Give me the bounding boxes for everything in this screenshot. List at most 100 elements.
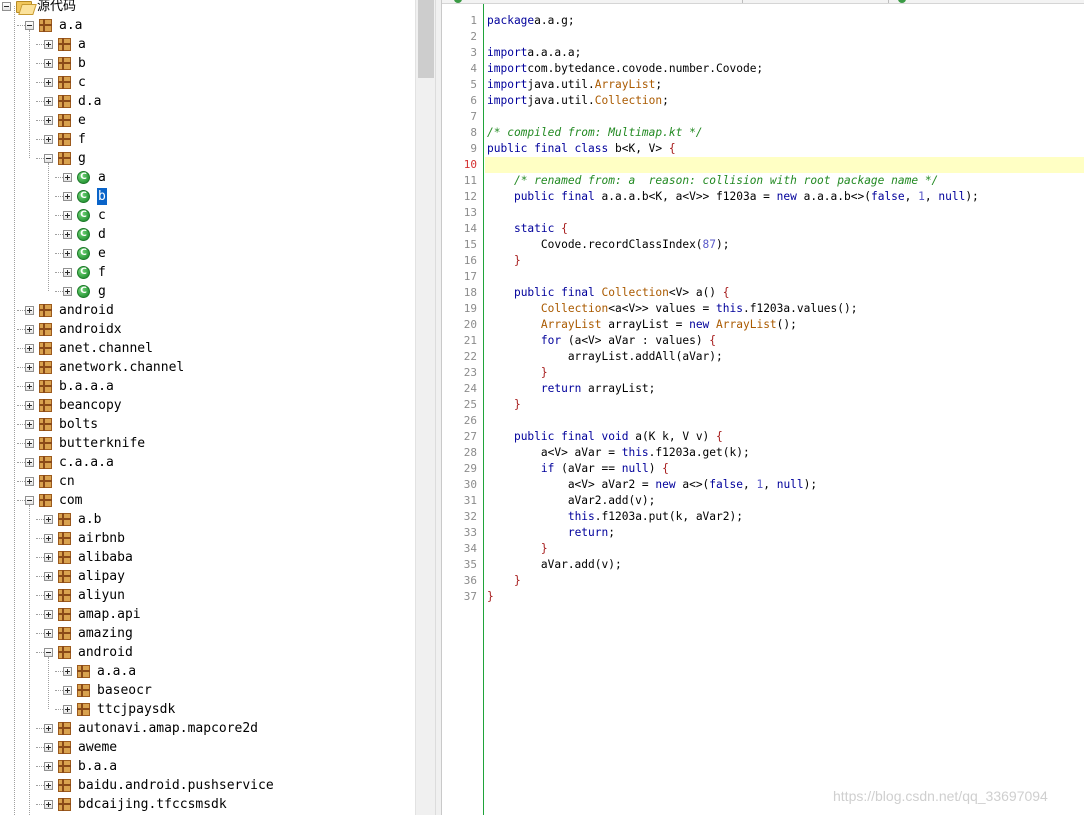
code-line[interactable]: }	[487, 365, 548, 381]
expand-icon[interactable]	[63, 287, 72, 296]
tree-package-item[interactable]: a.a.a	[63, 662, 137, 681]
expand-icon[interactable]	[44, 724, 53, 733]
expand-icon[interactable]	[63, 173, 72, 182]
expand-icon[interactable]	[44, 116, 53, 125]
tree-package-item[interactable]: cn	[25, 472, 76, 491]
expand-icon[interactable]	[44, 59, 53, 68]
tree-package-item[interactable]: b	[44, 54, 87, 73]
expand-icon[interactable]	[63, 230, 72, 239]
tree-package-item[interactable]: anetwork.channel	[25, 358, 185, 377]
tree-package-item[interactable]: f	[44, 130, 87, 149]
code-line[interactable]: public final a.a.a.b<K, a<V>> f1203a = n…	[487, 189, 979, 205]
tree-package-item[interactable]: a	[44, 35, 87, 54]
expand-icon[interactable]	[44, 534, 53, 543]
expand-icon[interactable]	[44, 762, 53, 771]
tree-package-item[interactable]: d.a	[44, 92, 102, 111]
expand-icon[interactable]	[63, 211, 72, 220]
collapse-icon[interactable]	[44, 154, 53, 163]
tree-package-item[interactable]: baseocr	[63, 681, 153, 700]
expand-icon[interactable]	[44, 78, 53, 87]
code-line[interactable]: Collection<a<V>> values = this.f1203a.va…	[487, 301, 858, 317]
code-line[interactable]: }	[487, 253, 521, 269]
code-line[interactable]: return;	[487, 525, 615, 541]
tree-package-item[interactable]: beancopy	[25, 396, 123, 415]
expand-icon[interactable]	[63, 705, 72, 714]
code-line[interactable]: importjava.util.ArrayList;	[487, 77, 662, 93]
tree-package-item[interactable]: c	[44, 73, 87, 92]
tree-package-item[interactable]: bolts	[25, 415, 99, 434]
expand-icon[interactable]	[63, 268, 72, 277]
code-line[interactable]: }	[487, 589, 494, 605]
expand-icon[interactable]	[44, 40, 53, 49]
tree-package-item[interactable]: autonavi.amap.mapcore2d	[44, 719, 259, 738]
class-tab-icon[interactable]	[454, 0, 462, 3]
tree-class-item[interactable]: Cc	[63, 206, 107, 225]
tree-package-item[interactable]: g	[44, 149, 87, 168]
expand-icon[interactable]	[25, 325, 34, 334]
tree-package-item[interactable]: amazing	[44, 624, 134, 643]
code-line[interactable]: public final Collection<V> a() {	[487, 285, 730, 301]
expand-icon[interactable]	[25, 477, 34, 486]
class-tab-icon[interactable]	[898, 0, 906, 3]
tab-close-icon[interactable]: ✕	[868, 0, 878, 3]
tree-class-item[interactable]: Cb	[63, 187, 107, 206]
expand-icon[interactable]	[25, 420, 34, 429]
expand-icon[interactable]	[44, 743, 53, 752]
tree-package-item[interactable]: ttcjpaysdk	[63, 700, 176, 719]
tree-package-item[interactable]: b.a.a	[44, 757, 118, 776]
collapse-icon[interactable]	[25, 21, 34, 30]
expand-icon[interactable]	[44, 800, 53, 809]
code-line[interactable]: if (aVar == null) {	[487, 461, 669, 477]
expand-icon[interactable]	[63, 249, 72, 258]
tree-root-row[interactable]: 源代码	[2, 0, 77, 16]
tree-package-item[interactable]: butterknife	[25, 434, 146, 453]
code-line[interactable]: for (a<V> aVar : values) {	[487, 333, 716, 349]
code-area[interactable]: packagea.a.g; importa.a.a.a; importcom.byt…	[485, 4, 1084, 815]
tree-package-item[interactable]: com	[25, 491, 83, 510]
code-line[interactable]: }	[487, 541, 548, 557]
tree-class-item[interactable]: Ce	[63, 244, 107, 263]
expand-icon[interactable]	[44, 135, 53, 144]
expand-icon[interactable]	[44, 610, 53, 619]
expand-icon[interactable]	[44, 781, 53, 790]
collapse-icon[interactable]	[25, 496, 34, 505]
tree-scrollbar-thumb[interactable]	[418, 0, 434, 78]
tree-package-item[interactable]: b.a.a.a	[25, 377, 115, 396]
panel-splitter[interactable]	[435, 0, 442, 815]
code-line[interactable]: arrayList.addAll(aVar);	[487, 349, 723, 365]
tree-package-item[interactable]: airbnb	[44, 529, 126, 548]
code-line[interactable]: }	[487, 397, 521, 413]
expand-icon[interactable]	[25, 401, 34, 410]
code-line[interactable]: importjava.util.Collection;	[487, 93, 669, 109]
expand-icon[interactable]	[44, 515, 53, 524]
code-line[interactable]: Covode.recordClassIndex(87);	[487, 237, 730, 253]
tree-package-item[interactable]: amap.api	[44, 605, 142, 624]
code-line[interactable]: return arrayList;	[487, 381, 656, 397]
code-line[interactable]: a<V> aVar2 = new a<>(false, 1, null);	[487, 477, 817, 493]
expand-icon[interactable]	[44, 572, 53, 581]
code-line[interactable]: aVar2.add(v);	[487, 493, 656, 509]
tree-package-item[interactable]: c.a.a.a	[25, 453, 115, 472]
tree-scrollbar[interactable]	[415, 0, 435, 815]
code-line[interactable]: public final class b<K, V> {	[487, 141, 676, 157]
code-line[interactable]: aVar.add(v);	[487, 557, 622, 573]
tree-package-item[interactable]: a.a	[25, 16, 83, 35]
code-line[interactable]: }	[487, 573, 521, 589]
tree-class-item[interactable]: Cf	[63, 263, 107, 282]
code-line[interactable]: /* compiled from: Multimap.kt */	[487, 125, 703, 141]
code-line[interactable]: importcom.bytedance.covode.number.Covode…	[487, 61, 763, 77]
expand-icon[interactable]	[63, 667, 72, 676]
tree-class-item[interactable]: Cd	[63, 225, 107, 244]
tree-package-item[interactable]: alipay	[44, 567, 126, 586]
tree-class-item[interactable]: Cg	[63, 282, 107, 301]
code-line[interactable]: public final void a(K k, V v) {	[487, 429, 723, 445]
tree-package-item[interactable]: android	[44, 643, 134, 662]
expand-icon[interactable]	[25, 363, 34, 372]
expand-icon[interactable]	[25, 382, 34, 391]
collapse-icon[interactable]	[2, 2, 11, 11]
tree-package-item[interactable]: alibaba	[44, 548, 134, 567]
expand-icon[interactable]	[25, 439, 34, 448]
code-line[interactable]: static {	[487, 221, 568, 237]
code-line[interactable]: this.f1203a.put(k, aVar2);	[487, 509, 743, 525]
code-line[interactable]: a<V> aVar = this.f1203a.get(k);	[487, 445, 750, 461]
